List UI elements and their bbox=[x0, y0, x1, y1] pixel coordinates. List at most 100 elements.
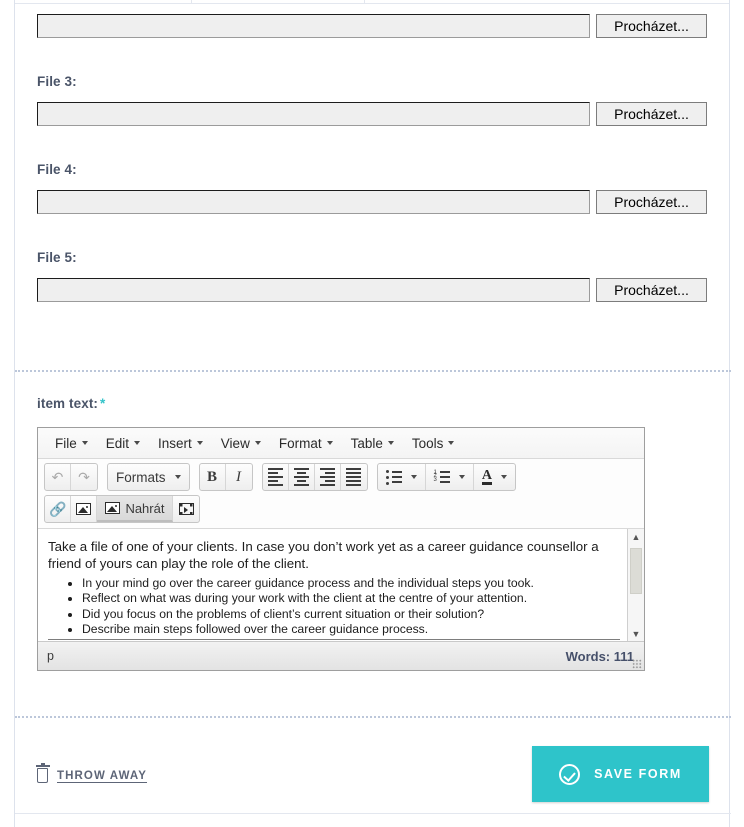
file-label-3: File 3: bbox=[37, 74, 77, 89]
form-page: Procházet... File 3: Procházet... File 4… bbox=[0, 0, 744, 827]
link-button[interactable]: 🔗 bbox=[45, 496, 72, 522]
file-label-5: File 5: bbox=[37, 250, 77, 265]
list-and-color-group: 123 A bbox=[376, 463, 516, 491]
menu-insert-label: Insert bbox=[158, 435, 192, 451]
scroll-up-arrow-icon[interactable]: ▲ bbox=[628, 529, 644, 544]
file-path-display-4[interactable] bbox=[37, 190, 590, 214]
chevron-down-icon bbox=[254, 441, 261, 445]
save-form-button[interactable]: SAVE FORM bbox=[532, 746, 709, 802]
align-center-icon bbox=[293, 468, 309, 486]
editor-scrollbar[interactable]: ▲ ▼ bbox=[627, 529, 644, 641]
numbered-list-button[interactable]: 123 bbox=[426, 464, 474, 490]
image-icon bbox=[76, 503, 92, 515]
menu-file[interactable]: File bbox=[46, 433, 97, 454]
menu-table[interactable]: Table bbox=[342, 433, 403, 454]
list-item: Describe main steps followed over the ca… bbox=[82, 622, 632, 637]
chevron-down-icon bbox=[81, 441, 88, 445]
formats-dropdown[interactable]: Formats bbox=[108, 464, 189, 490]
top-divider-notch bbox=[191, 0, 365, 3]
editor-paragraph: Take a file of one of your clients. In c… bbox=[48, 539, 599, 571]
chevron-down-icon bbox=[174, 475, 181, 479]
align-right-icon bbox=[319, 468, 335, 486]
scroll-down-arrow-icon[interactable]: ▼ bbox=[628, 626, 644, 641]
editor-toolbar-row-1: ↶ ↷ Formats B I 1 2 3 A bbox=[38, 459, 644, 495]
save-form-label: SAVE FORM bbox=[594, 767, 682, 781]
scrollbar-thumb[interactable] bbox=[630, 548, 642, 594]
file-uploads-section: Procházet... File 3: Procházet... File 4… bbox=[15, 4, 729, 338]
menu-view-label: View bbox=[220, 435, 250, 451]
file-path-display-3[interactable] bbox=[37, 102, 590, 126]
chevron-down-icon bbox=[500, 475, 507, 479]
text-color-button[interactable]: A bbox=[474, 464, 515, 490]
redo-icon: ↷ bbox=[78, 469, 90, 485]
browse-button-5[interactable]: Procházet... bbox=[596, 278, 707, 302]
word-count: Words: 111 bbox=[565, 648, 634, 664]
bullet-list-button[interactable] bbox=[378, 464, 426, 490]
rich-text-editor[interactable]: File Edit Insert View Format Table Tools… bbox=[37, 427, 645, 671]
item-text-label-text: item text: bbox=[37, 396, 99, 411]
file-path-display-2[interactable] bbox=[37, 14, 590, 38]
resize-handle[interactable] bbox=[632, 659, 642, 669]
element-path[interactable]: p bbox=[47, 649, 54, 663]
media-button[interactable] bbox=[173, 496, 199, 522]
throw-away-button[interactable]: THROW AWAY bbox=[35, 763, 148, 783]
align-justify-button[interactable] bbox=[341, 464, 367, 490]
throw-away-label: THROW AWAY bbox=[57, 769, 148, 782]
file-input-2[interactable]: Procházet... bbox=[37, 14, 707, 38]
editor-toolbar-row-2: 🔗 Nahrát bbox=[38, 495, 644, 528]
browse-button-2[interactable]: Procházet... bbox=[596, 14, 707, 38]
form-actions: THROW AWAY SAVE FORM bbox=[15, 718, 731, 813]
text-color-icon: A bbox=[481, 468, 492, 485]
bold-button[interactable]: B bbox=[200, 464, 226, 490]
history-group: ↶ ↷ bbox=[44, 463, 98, 491]
file-input-4[interactable]: Procházet... bbox=[37, 190, 707, 214]
editor-horizontal-rule bbox=[48, 639, 620, 640]
editor-text[interactable]: Take a file of one of your clients. In c… bbox=[38, 529, 644, 638]
file-path-display-5[interactable] bbox=[37, 278, 590, 302]
chevron-down-icon bbox=[196, 441, 203, 445]
browse-button-4[interactable]: Procházet... bbox=[596, 190, 707, 214]
menu-edit-label: Edit bbox=[105, 435, 130, 451]
editor-content-area[interactable]: Take a file of one of your clients. In c… bbox=[38, 528, 644, 641]
list-item: Reflect on what was during your work wit… bbox=[82, 591, 632, 606]
file-row-4: File 4: Procházet... bbox=[37, 162, 707, 214]
file-input-3[interactable]: Procházet... bbox=[37, 102, 707, 126]
redo-button[interactable]: ↷ bbox=[71, 464, 97, 490]
alignment-group bbox=[261, 463, 368, 491]
item-text-section: item text: * File Edit Insert View Format… bbox=[15, 372, 731, 671]
align-right-button[interactable] bbox=[315, 464, 341, 490]
menu-table-label: Table bbox=[350, 435, 383, 451]
bold-icon: B bbox=[207, 468, 218, 485]
formats-group: Formats bbox=[107, 463, 190, 491]
italic-icon: I bbox=[236, 468, 242, 485]
browse-button-3[interactable]: Procházet... bbox=[596, 102, 707, 126]
trash-icon bbox=[35, 763, 50, 783]
italic-button[interactable]: I bbox=[226, 464, 252, 490]
menu-format[interactable]: Format bbox=[270, 433, 342, 454]
item-text-label: item text: * bbox=[37, 396, 709, 411]
list-item: In your mind go over the career guidance… bbox=[82, 576, 632, 591]
bottom-divider bbox=[15, 813, 731, 814]
menu-tools-label: Tools bbox=[411, 435, 444, 451]
file-row-2: Procházet... bbox=[37, 14, 707, 38]
formats-label: Formats bbox=[116, 469, 166, 485]
image-button[interactable] bbox=[71, 496, 98, 522]
chevron-down-icon bbox=[410, 475, 417, 479]
align-center-button[interactable] bbox=[289, 464, 315, 490]
upload-button[interactable]: Nahrát bbox=[97, 496, 174, 522]
link-icon: 🔗 bbox=[49, 501, 67, 517]
media-icon bbox=[178, 503, 194, 515]
image-icon bbox=[105, 502, 121, 514]
menu-insert[interactable]: Insert bbox=[149, 433, 212, 454]
align-justify-icon bbox=[346, 468, 362, 486]
menu-format-label: Format bbox=[278, 435, 322, 451]
menu-tools[interactable]: Tools bbox=[403, 433, 464, 454]
menu-view[interactable]: View bbox=[212, 433, 270, 454]
undo-button[interactable]: ↶ bbox=[45, 464, 71, 490]
align-left-button[interactable] bbox=[263, 464, 289, 490]
file-input-5[interactable]: Procházet... bbox=[37, 278, 707, 302]
file-row-3: File 3: Procházet... bbox=[37, 74, 707, 126]
list-item: Did you focus on the problems of client’… bbox=[82, 607, 632, 622]
editor-bullet-list: In your mind go over the career guidance… bbox=[48, 576, 632, 638]
menu-edit[interactable]: Edit bbox=[97, 433, 149, 454]
